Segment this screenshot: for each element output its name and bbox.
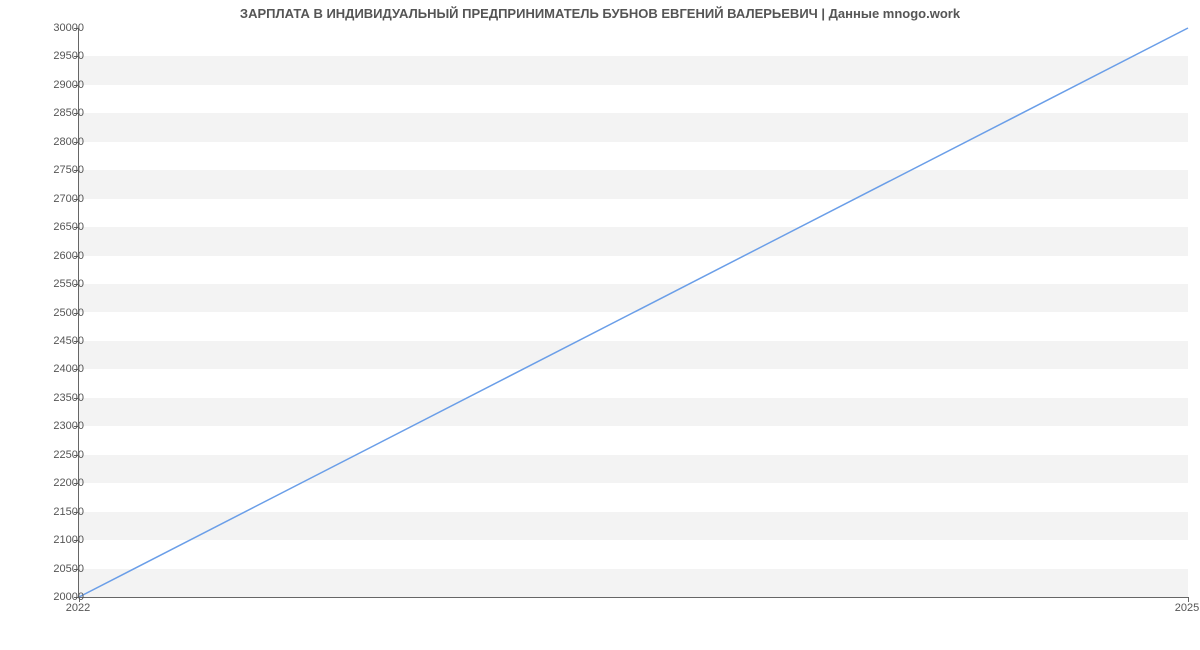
y-tick-label: 27000 xyxy=(24,193,84,205)
y-tick-label: 23000 xyxy=(24,420,84,432)
y-tick-label: 25000 xyxy=(24,307,84,319)
series-line xyxy=(79,28,1188,597)
y-tick-label: 29500 xyxy=(24,50,84,62)
plot-area xyxy=(78,28,1188,598)
y-tick-label: 23500 xyxy=(24,392,84,404)
y-tick-label: 27500 xyxy=(24,164,84,176)
chart-container: ЗАРПЛАТА В ИНДИВИДУАЛЬНЫЙ ПРЕДПРИНИМАТЕЛ… xyxy=(0,0,1200,650)
y-tick-label: 22500 xyxy=(24,449,84,461)
y-tick-label: 26500 xyxy=(24,221,84,233)
y-tick-label: 29000 xyxy=(24,79,84,91)
y-tick-label: 21500 xyxy=(24,506,84,518)
y-tick-label: 25500 xyxy=(24,278,84,290)
chart-title: ЗАРПЛАТА В ИНДИВИДУАЛЬНЫЙ ПРЕДПРИНИМАТЕЛ… xyxy=(0,6,1200,21)
y-tick-label: 22000 xyxy=(24,477,84,489)
y-tick-label: 21000 xyxy=(24,534,84,546)
y-tick-label: 26000 xyxy=(24,250,84,262)
line-series xyxy=(79,28,1188,597)
y-tick-label: 20500 xyxy=(24,563,84,575)
x-tick-label: 2022 xyxy=(66,602,90,614)
y-tick-label: 28000 xyxy=(24,136,84,148)
y-tick-label: 24000 xyxy=(24,363,84,375)
x-tick-label: 2025 xyxy=(1175,602,1199,614)
y-tick-label: 28500 xyxy=(24,107,84,119)
y-tick-label: 24500 xyxy=(24,335,84,347)
y-tick-label: 30000 xyxy=(24,22,84,34)
